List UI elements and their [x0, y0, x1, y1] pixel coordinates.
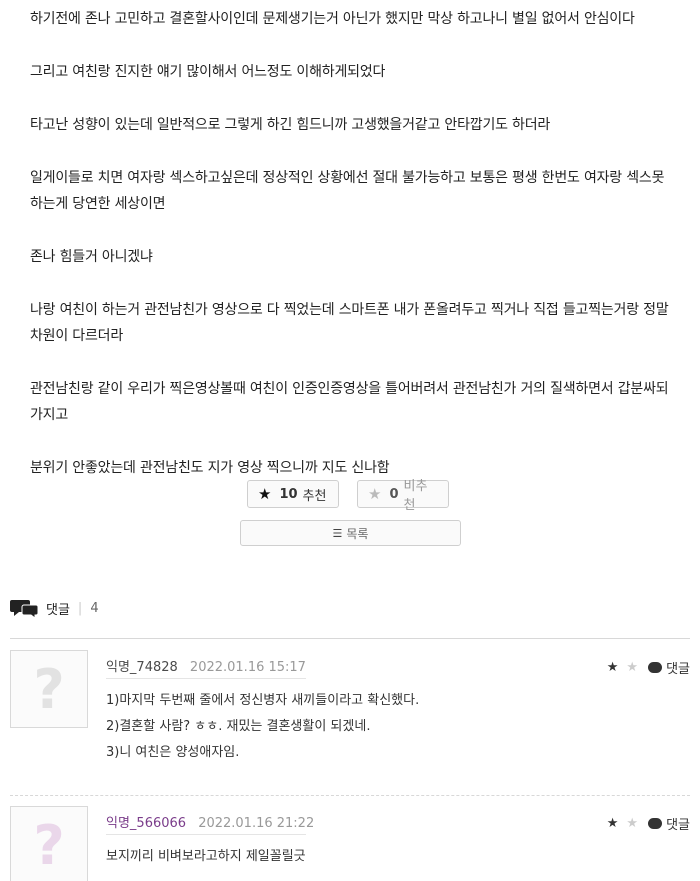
- comment-actions: ★ ★ 댓글: [607, 658, 690, 677]
- comment-actions: ★ ★ 댓글: [607, 814, 690, 833]
- article-paragraph: 존나 힘들거 아니겠냐: [30, 249, 153, 265]
- comment-body: 1)마지막 두번째 줄에서 정신병자 새끼들이라고 확신했다. 2)결혼할 사람…: [106, 688, 419, 766]
- avatar: ?: [10, 650, 88, 728]
- list-button-label: 목록: [346, 526, 369, 541]
- star-icon[interactable]: ★: [607, 816, 619, 831]
- question-mark-icon: ?: [33, 657, 65, 721]
- star-icon: ★: [368, 485, 382, 503]
- comment-line: 2)결혼할 사람? ㅎㅎ. 재밌는 결혼생활이 되겠네.: [106, 719, 371, 734]
- article-paragraph: 타고난 성향이 있는데 일반적으로 그렇게 하긴 힘드니까 고생했을거같고 안타…: [30, 117, 551, 133]
- comment-date: 2022.01.16 15:17: [189, 660, 306, 675]
- article-paragraph: 나랑 여친이 하는거 관전남친가 영상으로 다 찍었는데 스마트폰 내가 폰올려…: [30, 302, 669, 344]
- comment-meta: 익명_74828 2022.01.16 15:17: [106, 656, 306, 675]
- comment-item: ? 익명_74828 2022.01.16 15:17 ★ ★ 댓글 1)마지막…: [10, 650, 690, 780]
- comment-line: 1)마지막 두번째 줄에서 정신병자 새끼들이라고 확신했다.: [106, 693, 420, 708]
- article-paragraph: 일게이들로 치면 여자랑 섹스하고싶은데 정상적인 상황에선 절대 불가능하고 …: [30, 170, 665, 212]
- upvote-count: 10: [279, 486, 298, 502]
- comment-meta: 익명_566066 2022.01.16 21:22: [106, 812, 314, 831]
- comment-date: 2022.01.16 21:22: [198, 816, 315, 831]
- meta-underline: [106, 834, 306, 835]
- list-button[interactable]: ☰ 목록: [240, 520, 461, 546]
- downvote-label: 비추천: [403, 479, 428, 513]
- comment-item: ? 익명_566066 2022.01.16 21:22 ★ ★ 댓글 보지끼리…: [10, 806, 690, 881]
- comments-divider: [10, 638, 690, 639]
- divider: |: [77, 600, 83, 616]
- comments-count: 4: [90, 600, 99, 616]
- article-paragraph: 관전남친랑 같이 우리가 찍은영상볼때 여친이 인증인증영상을 틀어버려서 관전…: [30, 381, 669, 423]
- upvote-button[interactable]: ★ 10 추천: [247, 480, 339, 508]
- comments-divider: [10, 795, 690, 796]
- downvote-count: 0: [389, 486, 399, 502]
- comment-line: 3)니 여친은 양성애자임.: [106, 745, 240, 760]
- star-icon: ★: [258, 485, 272, 503]
- star-outline-icon[interactable]: ★: [626, 816, 638, 831]
- chat-bubble-icon: [648, 818, 663, 829]
- comment-author[interactable]: 익명_566066: [106, 816, 186, 831]
- star-outline-icon[interactable]: ★: [626, 660, 638, 675]
- article-paragraph: 그리고 여친랑 진지한 얘기 많이해서 어느정도 이해하게되었다: [30, 64, 386, 80]
- question-mark-icon: ?: [33, 813, 65, 877]
- speech-bubbles-icon: [10, 598, 40, 619]
- meta-underline: [106, 678, 306, 679]
- chat-bubble-icon: [648, 662, 663, 673]
- article-paragraph: 하기전에 존나 고민하고 결혼할사이인데 문제생기는거 아닌가 했지만 막상 하…: [30, 11, 635, 27]
- vote-row: ★ 10 추천 ★ 0 비추천: [247, 479, 449, 513]
- star-icon[interactable]: ★: [607, 660, 619, 675]
- comment-body: 보지끼리 비벼보라고하지 제일꼴릴긋: [106, 844, 306, 870]
- reply-button[interactable]: 댓글: [666, 814, 690, 833]
- comment-line: 보지끼리 비벼보라고하지 제일꼴릴긋: [106, 849, 306, 864]
- comments-header: 댓글 | 4: [10, 598, 99, 619]
- avatar: ?: [10, 806, 88, 881]
- article-paragraph: 분위기 안좋았는데 관전남친도 지가 영상 찍으니까 지도 신나함: [30, 460, 390, 476]
- list-icon: ☰: [332, 526, 343, 540]
- downvote-button[interactable]: ★ 0 비추천: [357, 479, 449, 513]
- article-body: 하기전에 존나 고민하고 결혼할사이인데 문제생기는거 아닌가 했지만 막상 하…: [30, 6, 675, 508]
- comments-label: 댓글: [46, 602, 70, 618]
- upvote-label: 추천: [302, 488, 327, 504]
- comment-author[interactable]: 익명_74828: [106, 660, 178, 675]
- reply-button[interactable]: 댓글: [666, 658, 690, 677]
